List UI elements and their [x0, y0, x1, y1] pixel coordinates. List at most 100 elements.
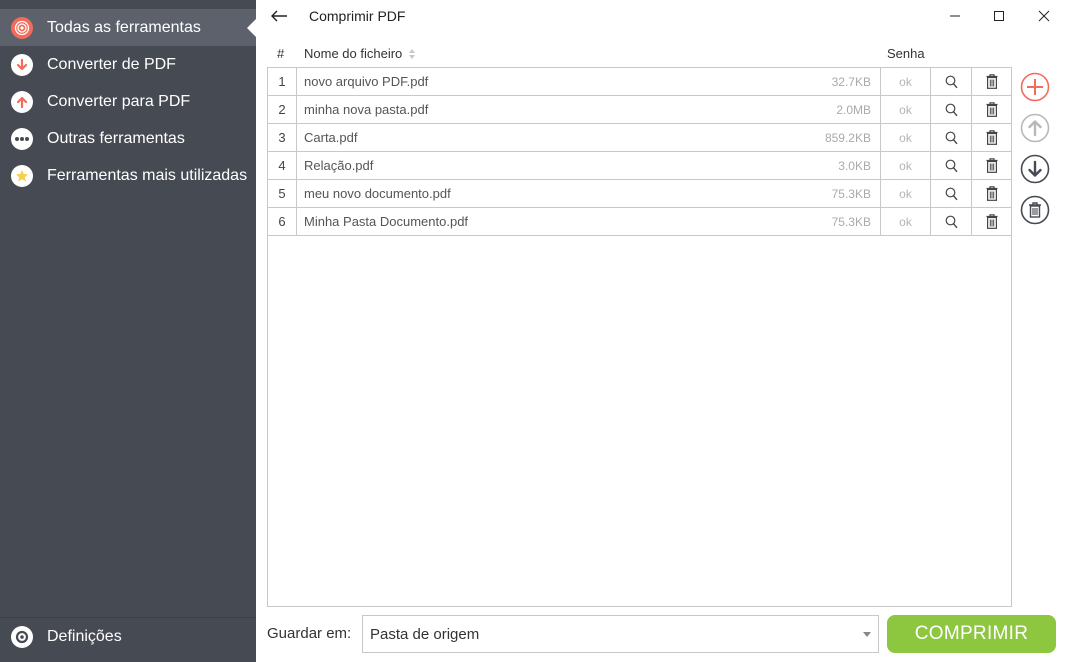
row-number: 4 [268, 152, 297, 179]
column-header-name-label: Nome do ficheiro [304, 46, 403, 61]
table-row[interactable]: 1 novo arquivo PDF.pdf 32.7KB ok [268, 68, 1011, 96]
search-icon [945, 131, 958, 145]
row-number: 2 [268, 96, 297, 123]
file-size: 75.3KB [831, 214, 871, 229]
save-in-label: Guardar em: [267, 625, 352, 642]
table-row[interactable]: 4 Relação.pdf 3.0KB ok [268, 152, 1011, 180]
trash-icon [986, 186, 998, 201]
password-status[interactable]: ok [880, 180, 931, 207]
sidebar-item-all-tools[interactable]: Todas as ferramentas [0, 9, 256, 46]
file-size: 3.0KB [838, 158, 871, 173]
sidebar-item-convert-from-pdf[interactable]: Converter de PDF [0, 46, 256, 83]
password-status[interactable]: ok [880, 208, 931, 235]
trash-circle-icon [1020, 195, 1050, 225]
row-number: 5 [268, 180, 297, 207]
title-bar: Comprimir PDF [256, 0, 1066, 32]
delete-row-button[interactable] [972, 68, 1011, 95]
clear-list-button[interactable] [1020, 195, 1050, 225]
sidebar-item-label: Todas as ferramentas [47, 18, 201, 36]
save-location-value: Pasta de origem [370, 625, 480, 643]
back-button[interactable] [266, 3, 292, 29]
preview-button[interactable] [931, 124, 972, 151]
gear-icon [11, 625, 33, 648]
search-icon [945, 159, 958, 173]
preview-button[interactable] [931, 152, 972, 179]
password-status[interactable]: ok [880, 124, 931, 151]
file-size: 859.2KB [824, 130, 871, 145]
column-header-number: # [277, 46, 285, 61]
minimize-icon [950, 15, 960, 17]
table-row[interactable]: 5 meu novo documento.pdf 75.3KB ok [268, 180, 1011, 208]
file-table: 1 novo arquivo PDF.pdf 32.7KB ok 2 minha nova… [267, 67, 1012, 607]
compress-button[interactable]: COMPRIMIR [887, 615, 1056, 653]
window-title: Comprimir PDF [309, 8, 406, 24]
search-icon [945, 103, 958, 117]
password-status[interactable]: ok [880, 68, 931, 95]
file-size: 75.3KB [831, 186, 871, 201]
settings-label: Definições [47, 627, 122, 645]
file-name: Carta.pdf [304, 130, 358, 145]
table-row[interactable]: 3 Carta.pdf 859.2KB ok [268, 124, 1011, 152]
delete-row-button[interactable] [972, 152, 1011, 179]
password-status[interactable]: ok [880, 96, 931, 123]
minimize-button[interactable] [932, 0, 978, 32]
star-icon [11, 164, 33, 187]
save-location-select[interactable]: Pasta de origem [362, 615, 879, 653]
move-down-icon [1020, 154, 1050, 184]
file-name: minha nova pasta.pdf [304, 102, 429, 117]
move-up-icon [1020, 113, 1050, 143]
file-name: novo arquivo PDF.pdf [304, 74, 429, 89]
file-size: 2.0MB [836, 102, 871, 117]
row-number: 6 [268, 208, 297, 235]
arrow-down-icon [11, 53, 33, 76]
add-circle-icon [1020, 72, 1050, 102]
sidebar-item-other-tools[interactable]: Outras ferramentas [0, 120, 256, 157]
search-icon [945, 75, 958, 89]
delete-row-button[interactable] [972, 180, 1011, 207]
sort-icon [409, 48, 416, 59]
delete-row-button[interactable] [972, 124, 1011, 151]
sidebar-item-label: Converter para PDF [47, 92, 191, 110]
preview-button[interactable] [931, 96, 972, 123]
preview-button[interactable] [931, 68, 972, 95]
maximize-button[interactable] [976, 0, 1022, 32]
arrow-up-icon [11, 90, 33, 113]
trash-icon [986, 74, 998, 89]
sidebar-item-convert-to-pdf[interactable]: Converter para PDF [0, 83, 256, 120]
column-header-name[interactable]: Nome do ficheiro [304, 46, 416, 61]
file-name: Relação.pdf [304, 158, 374, 173]
table-row[interactable]: 2 minha nova pasta.pdf 2.0MB ok [268, 96, 1011, 124]
delete-row-button[interactable] [972, 96, 1011, 123]
file-name: meu novo documento.pdf [304, 186, 451, 201]
target-icon [11, 16, 33, 39]
row-number: 3 [268, 124, 297, 151]
maximize-icon [994, 11, 1004, 21]
row-number: 1 [268, 68, 297, 95]
more-dots-icon [11, 127, 33, 150]
sidebar-item-most-used[interactable]: Ferramentas mais utilizadas [0, 157, 256, 194]
table-row[interactable]: 6 Minha Pasta Documento.pdf 75.3KB ok [268, 208, 1011, 236]
close-icon [1038, 10, 1050, 22]
move-up-button[interactable] [1020, 113, 1050, 143]
sidebar-item-label: Converter de PDF [47, 55, 176, 73]
password-status[interactable]: ok [880, 152, 931, 179]
delete-row-button[interactable] [972, 208, 1011, 235]
table-header: # Nome do ficheiro Senha [267, 42, 1012, 66]
trash-icon [986, 214, 998, 229]
file-size: 32.7KB [831, 74, 871, 89]
sidebar-item-label: Outras ferramentas [47, 129, 185, 147]
search-icon [945, 215, 958, 229]
sidebar-item-label: Ferramentas mais utilizadas [47, 166, 248, 184]
preview-button[interactable] [931, 180, 972, 207]
trash-icon [986, 158, 998, 173]
chevron-down-icon [863, 632, 871, 637]
preview-button[interactable] [931, 208, 972, 235]
add-file-button[interactable] [1020, 72, 1050, 102]
arrow-left-icon [271, 10, 287, 22]
settings-button[interactable]: Definições [0, 618, 256, 655]
close-button[interactable] [1021, 0, 1066, 32]
sidebar: Todas as ferramentas Converter de PDF Co… [0, 0, 256, 662]
column-header-password: Senha [887, 46, 925, 61]
move-down-button[interactable] [1020, 154, 1050, 184]
trash-icon [986, 102, 998, 117]
